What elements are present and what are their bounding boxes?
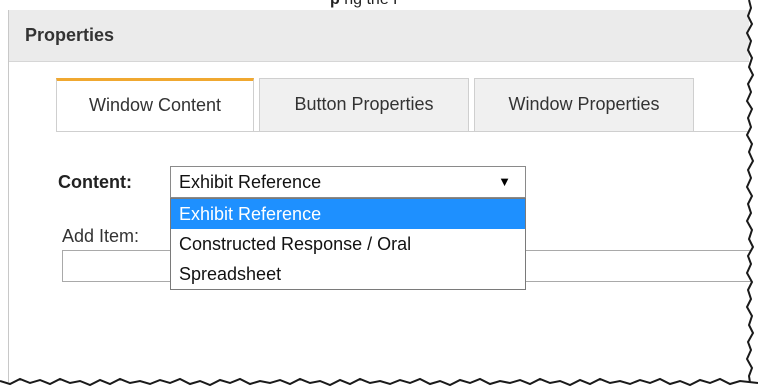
content-label: Content: xyxy=(58,172,132,192)
dropdown-option-exhibit-reference[interactable]: Exhibit Reference xyxy=(171,199,525,229)
torn-edge-bottom xyxy=(0,377,758,389)
tab-window-properties[interactable]: Window Properties xyxy=(474,78,694,131)
screenshot-page: p ng the P Properties Window Content But… xyxy=(0,0,758,389)
panel-header: Properties xyxy=(9,10,749,62)
content-select-value: Exhibit Reference xyxy=(179,172,322,192)
add-item-label: Add Item: xyxy=(62,226,140,246)
tab-button-properties[interactable]: Button Properties xyxy=(259,78,469,131)
dropdown-option-constructed-response-oral[interactable]: Constructed Response / Oral xyxy=(171,229,525,259)
content-select[interactable]: Exhibit Reference ▼ xyxy=(170,166,526,198)
tab-window-content[interactable]: Window Content xyxy=(56,78,254,131)
tab-bar-divider xyxy=(56,131,748,132)
cut-off-rest-fragment: ng the P xyxy=(344,0,404,8)
panel-title: Properties xyxy=(25,25,115,45)
dropdown-option-spreadsheet[interactable]: Spreadsheet xyxy=(171,259,525,289)
torn-edge-right xyxy=(745,0,758,389)
top-cut-off-text-strip: p ng the P xyxy=(0,0,758,10)
content-dropdown-list: Exhibit Reference Constructed Response /… xyxy=(170,198,526,290)
cut-off-bold-fragment: p xyxy=(330,0,340,8)
triangle-down-icon[interactable]: ▼ xyxy=(498,167,511,197)
cut-off-heading-text: p ng the P xyxy=(330,0,404,9)
